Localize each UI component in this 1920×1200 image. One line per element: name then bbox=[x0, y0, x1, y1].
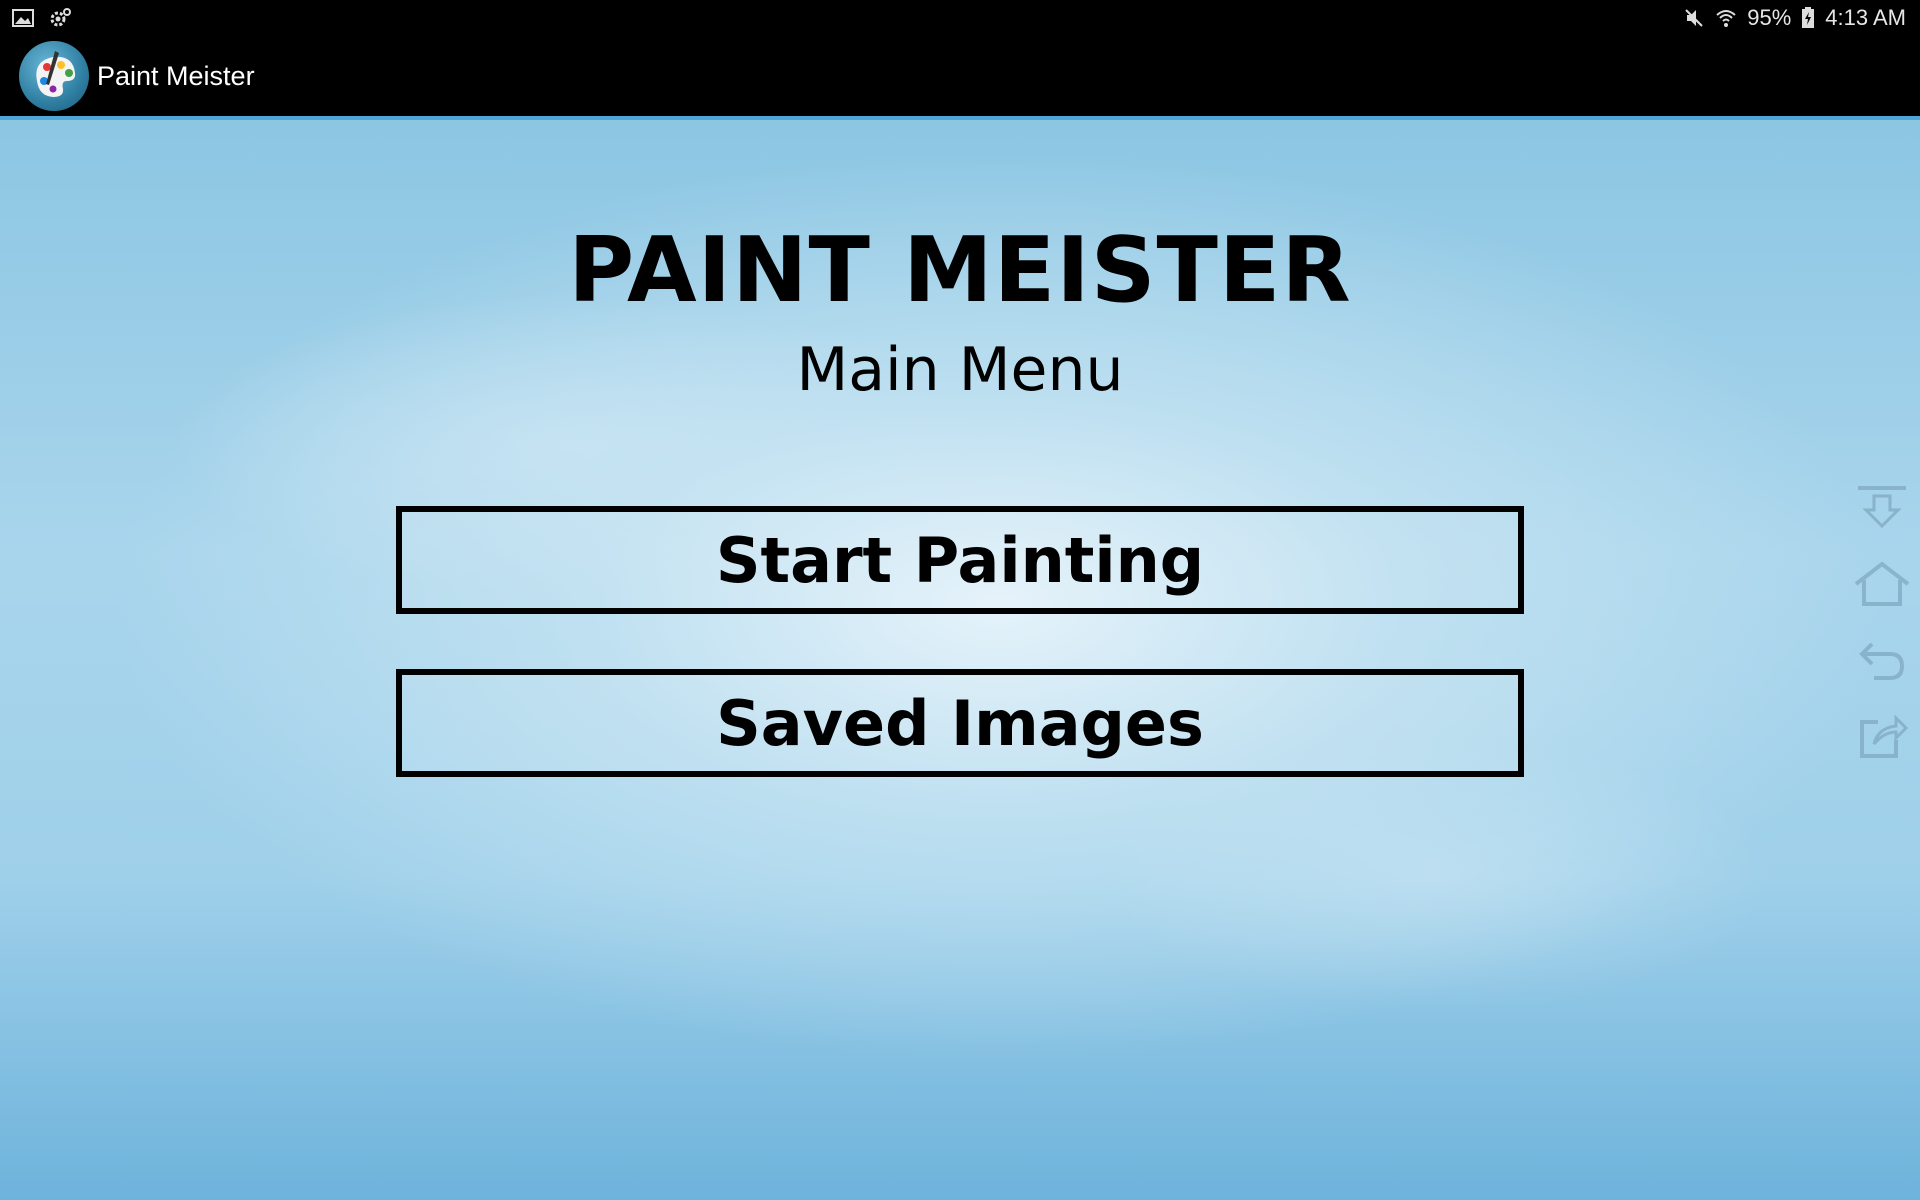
side-dock bbox=[1850, 478, 1914, 766]
palette-icon[interactable] bbox=[19, 41, 89, 111]
page-title: PAINT MEISTER bbox=[568, 218, 1352, 323]
home-icon[interactable] bbox=[1852, 554, 1912, 614]
battery-charging-icon bbox=[1801, 7, 1815, 29]
app-title: Paint Meister bbox=[97, 60, 255, 91]
status-left bbox=[0, 7, 71, 29]
back-icon[interactable] bbox=[1852, 630, 1912, 690]
clock: 4:13 AM bbox=[1825, 5, 1906, 30]
main-content: PAINT MEISTER Main Menu Start Painting S… bbox=[0, 120, 1920, 1200]
page-subtitle: Main Menu bbox=[796, 335, 1124, 405]
action-bar: Paint Meister bbox=[0, 36, 1920, 116]
battery-percent: 95% bbox=[1747, 5, 1792, 30]
settings-gear-icon bbox=[48, 7, 71, 29]
share-icon[interactable] bbox=[1852, 706, 1912, 766]
gallery-icon bbox=[12, 7, 34, 29]
saved-images-button[interactable]: Saved Images bbox=[396, 669, 1524, 777]
status-bar: 95% 4:13 AM bbox=[0, 0, 1920, 36]
download-icon[interactable] bbox=[1852, 478, 1912, 538]
wifi-icon bbox=[1715, 7, 1737, 29]
start-painting-button[interactable]: Start Painting bbox=[396, 506, 1524, 614]
status-right: 95% 4:13 AM bbox=[1683, 5, 1920, 31]
mute-icon bbox=[1683, 7, 1705, 29]
